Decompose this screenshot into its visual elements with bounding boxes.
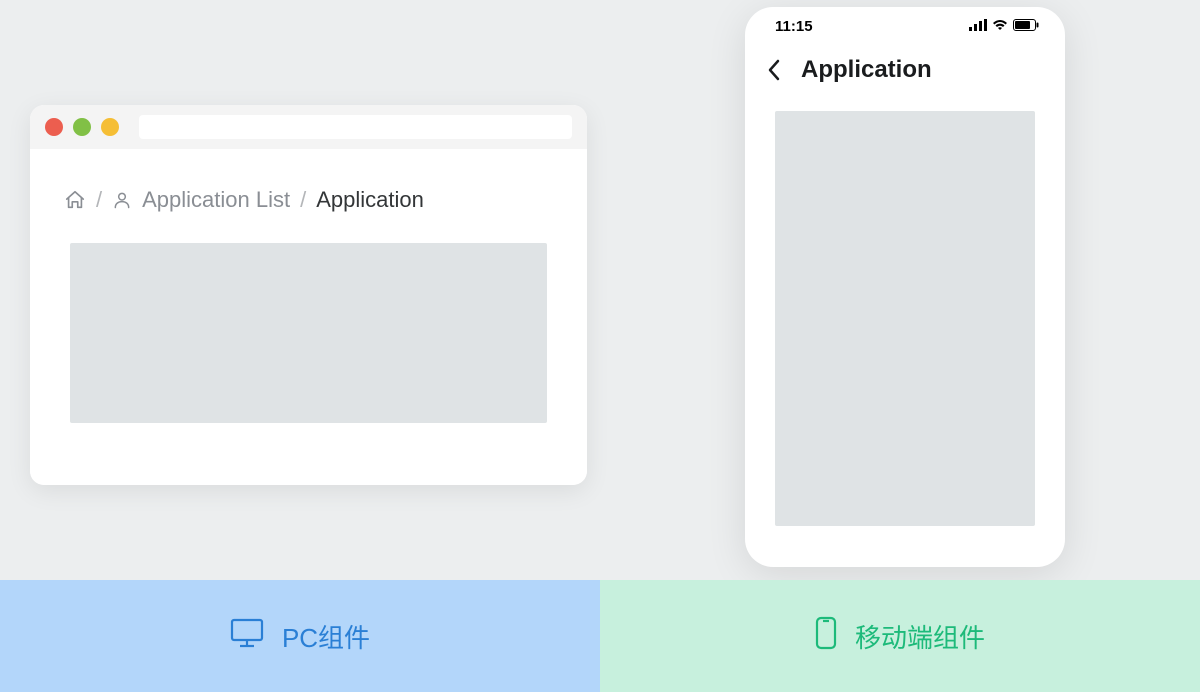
maximize-icon[interactable]	[101, 118, 119, 136]
component-labels: PC组件 移动端组件	[0, 580, 1200, 692]
breadcrumb: / Application List / Application	[30, 149, 587, 243]
wifi-icon	[992, 18, 1008, 35]
address-bar[interactable]	[139, 115, 572, 139]
breadcrumb-link[interactable]: Application List	[142, 187, 290, 213]
cellular-icon	[969, 18, 987, 35]
status-bar: 11:15	[745, 7, 1065, 45]
mobile-label-text: 移动端组件	[855, 618, 985, 655]
status-indicators	[969, 18, 1039, 35]
pc-label-text: PC组件	[282, 618, 370, 655]
home-icon[interactable]	[64, 189, 86, 211]
browser-window: / Application List / Application	[30, 105, 587, 485]
window-controls	[45, 118, 119, 136]
phone-icon	[815, 616, 837, 657]
battery-icon	[1013, 18, 1039, 35]
close-icon[interactable]	[45, 118, 63, 136]
browser-titlebar	[30, 105, 587, 149]
breadcrumb-current: Application	[316, 187, 424, 213]
content-placeholder	[775, 111, 1035, 526]
status-time: 11:15	[775, 18, 813, 35]
pc-component-label: PC组件	[0, 580, 600, 692]
breadcrumb-separator: /	[300, 187, 306, 213]
back-icon[interactable]	[767, 59, 781, 81]
content-placeholder	[70, 243, 547, 423]
monitor-icon	[230, 618, 264, 655]
mobile-header: Application	[745, 45, 1065, 95]
user-icon[interactable]	[112, 189, 132, 211]
minimize-icon[interactable]	[73, 118, 91, 136]
browser-content: / Application List / Application	[30, 149, 587, 485]
mobile-component-label: 移动端组件	[600, 580, 1200, 692]
mobile-device: 11:15	[745, 7, 1065, 567]
breadcrumb-separator: /	[96, 187, 102, 213]
page-title: Application	[801, 56, 932, 84]
